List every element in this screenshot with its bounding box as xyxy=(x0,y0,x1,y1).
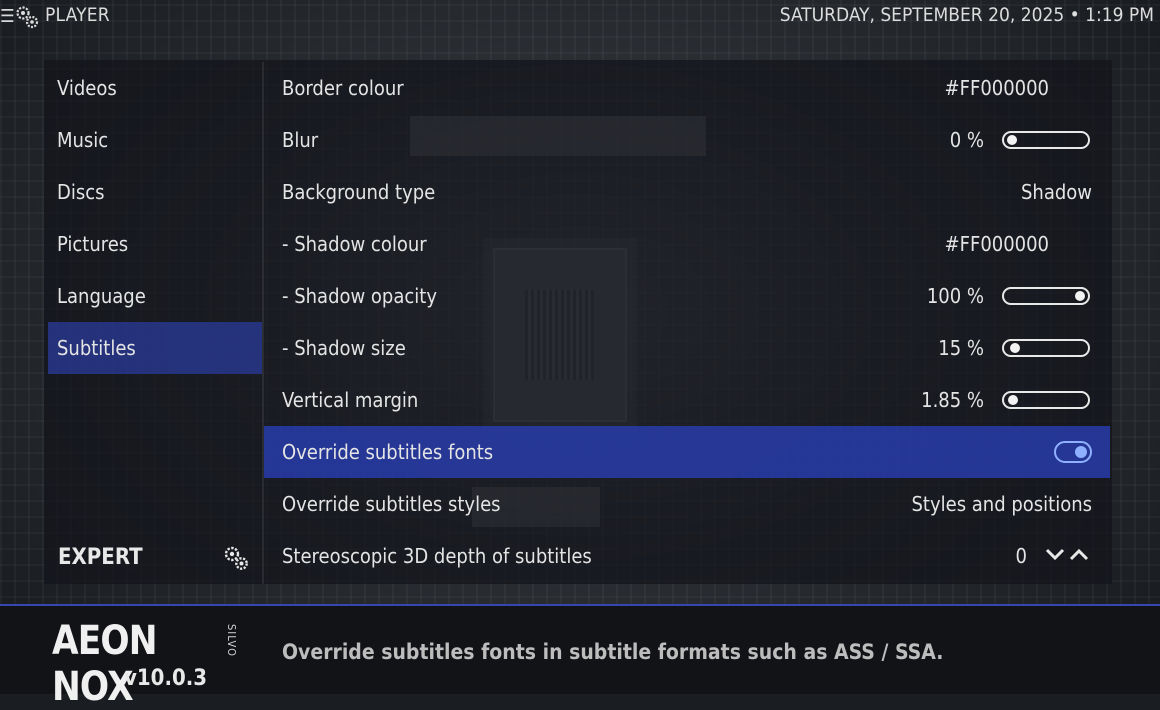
page-title: PLAYER xyxy=(45,4,110,26)
gears-icon xyxy=(16,6,39,29)
setting-value: Shadow xyxy=(1020,180,1092,204)
skin-version: v10.0.3 xyxy=(124,666,208,691)
setting-value: #FF000000 xyxy=(944,232,1049,256)
override-fonts-toggle[interactable] xyxy=(1054,441,1092,463)
settings-level-button[interactable]: EXPERT xyxy=(48,532,262,584)
setting-vertical-margin[interactable]: Vertical margin 1.85 % xyxy=(264,374,1110,426)
setting-background-type[interactable]: Background type Shadow xyxy=(264,166,1110,218)
blur-slider[interactable] xyxy=(1002,131,1090,149)
top-bar: ☰ PLAYER SATURDAY, SEPTEMBER 20, 2025 • … xyxy=(0,0,1160,32)
setting-label: Border colour xyxy=(282,76,404,100)
sidebar-item-label: Discs xyxy=(57,180,105,204)
date-time: SATURDAY, SEPTEMBER 20, 2025 • 1:19 PM xyxy=(779,4,1154,26)
skin-logo: AEON NOX SILVO v10.0.3 xyxy=(52,618,262,710)
setting-label: - Shadow colour xyxy=(282,232,427,256)
shadow-opacity-slider[interactable] xyxy=(1002,287,1090,305)
setting-label: Vertical margin xyxy=(282,388,419,412)
setting-override-subtitles-styles[interactable]: Override subtitles styles Styles and pos… xyxy=(264,478,1110,530)
sidebar-item-discs[interactable]: Discs xyxy=(48,166,262,218)
setting-value: 100 % xyxy=(926,284,984,308)
settings-list: Border colour #FF000000 Blur 0 % Backgro… xyxy=(264,62,1110,584)
footer-bar: AEON NOX SILVO v10.0.3 Override subtitle… xyxy=(0,604,1160,710)
sidebar-item-label: Subtitles xyxy=(57,336,136,360)
setting-value: 0 xyxy=(1015,544,1027,568)
settings-level-label: EXPERT xyxy=(58,545,143,570)
setting-label: Stereoscopic 3D depth of subtitles xyxy=(282,544,592,568)
setting-label: - Shadow size xyxy=(282,336,406,360)
setting-label: Override subtitles styles xyxy=(282,492,501,516)
setting-value: 15 % xyxy=(938,336,984,360)
gears-icon xyxy=(224,546,248,570)
setting-shadow-opacity[interactable]: - Shadow opacity 100 % xyxy=(264,270,1110,322)
spinner-controls xyxy=(1045,548,1089,561)
chevron-up-icon[interactable] xyxy=(1069,548,1089,561)
sidebar-item-language[interactable]: Language xyxy=(48,270,262,322)
slider-knob[interactable] xyxy=(1075,291,1085,301)
sidebar-item-pictures[interactable]: Pictures xyxy=(48,218,262,270)
setting-stereoscopic-depth[interactable]: Stereoscopic 3D depth of subtitles 0 xyxy=(264,530,1110,582)
shadow-size-slider[interactable] xyxy=(1002,339,1090,357)
chevron-down-icon[interactable] xyxy=(1045,548,1065,561)
sidebar-item-videos[interactable]: Videos xyxy=(48,62,262,114)
sidebar-item-label: Pictures xyxy=(57,232,129,256)
hamburger-menu-icon[interactable]: ☰ xyxy=(0,6,15,27)
vertical-margin-slider[interactable] xyxy=(1002,391,1090,409)
sidebar-item-label: Language xyxy=(57,284,146,308)
setting-value: Styles and positions xyxy=(911,492,1093,516)
setting-blur[interactable]: Blur 0 % xyxy=(264,114,1110,166)
setting-shadow-colour[interactable]: - Shadow colour #FF000000 xyxy=(264,218,1110,270)
setting-label: Blur xyxy=(282,128,319,152)
setting-override-subtitles-fonts[interactable]: Override subtitles fonts xyxy=(264,426,1110,478)
slider-knob[interactable] xyxy=(1010,343,1020,353)
sidebar-item-label: Videos xyxy=(57,76,117,100)
setting-description: Override subtitles fonts in subtitle for… xyxy=(282,640,944,664)
setting-value: #FF000000 xyxy=(944,76,1049,100)
slider-knob[interactable] xyxy=(1008,395,1018,405)
sidebar-item-subtitles[interactable]: Subtitles xyxy=(48,322,262,374)
logo-subtext: SILVO xyxy=(225,624,238,657)
sidebar-item-label: Music xyxy=(57,128,109,152)
setting-label: Override subtitles fonts xyxy=(282,440,494,464)
logo-text: AEON NOX xyxy=(52,618,158,710)
slider-knob[interactable] xyxy=(1007,135,1017,145)
category-sidebar: Videos Music Discs Pictures Language Sub… xyxy=(48,62,262,584)
toggle-knob xyxy=(1075,446,1087,458)
setting-value: 1.85 % xyxy=(921,388,984,412)
sidebar-item-music[interactable]: Music xyxy=(48,114,262,166)
setting-label: Background type xyxy=(282,180,436,204)
setting-shadow-size[interactable]: - Shadow size 15 % xyxy=(264,322,1110,374)
setting-value: 0 % xyxy=(949,128,984,152)
setting-label: - Shadow opacity xyxy=(282,284,437,308)
setting-border-colour[interactable]: Border colour #FF000000 xyxy=(264,62,1110,114)
